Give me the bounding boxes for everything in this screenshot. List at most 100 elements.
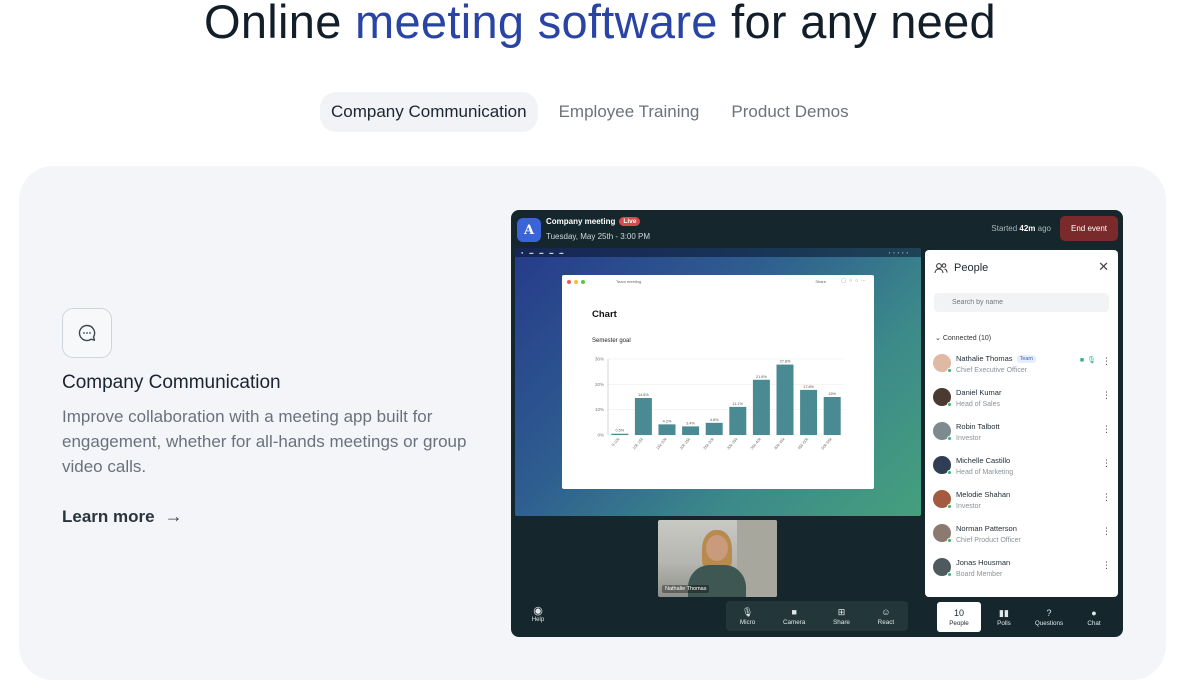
- bar: [776, 364, 794, 435]
- online-status-dot: [947, 402, 952, 407]
- feature-title: Company Communication: [62, 372, 281, 393]
- more-options-icon[interactable]: ⋮: [1102, 492, 1111, 503]
- person-name: Michelle Castillo: [956, 456, 1011, 465]
- bar: [823, 397, 841, 435]
- shared-toolbar-icons: ▢○○⋯: [841, 278, 869, 284]
- panel-tabs: 10 People ▮▮ Polls ? Questions ● Chat: [937, 602, 1116, 632]
- polls-icon: ▮▮: [999, 607, 1009, 618]
- person-row[interactable]: Daniel Kumar Head of Sales ⋮: [933, 385, 1113, 419]
- person-row[interactable]: Michelle Castillo Head of Marketing ⋮: [933, 453, 1113, 487]
- person-name: Robin Talbott: [956, 422, 1000, 431]
- y-tick-label: 20%: [595, 382, 604, 387]
- bar: [800, 389, 818, 435]
- more-options-icon[interactable]: ⋮: [1102, 458, 1111, 469]
- meeting-date: Tuesday, May 25th - 3:00 PM: [546, 232, 651, 241]
- use-case-tabs: Company Communication Employee Training …: [320, 92, 860, 132]
- tab-people[interactable]: 10 People: [937, 602, 981, 632]
- live-badge: Live: [619, 217, 641, 226]
- person-row[interactable]: Robin Talbott Investor ⋮: [933, 419, 1113, 453]
- person-role: Head of Marketing: [956, 469, 1014, 476]
- data-label: 4.8%: [710, 418, 719, 422]
- category-label: 25k-30k: [702, 436, 715, 450]
- category-label: 20k-25k: [678, 436, 691, 450]
- y-tick-label: 0%: [597, 433, 604, 438]
- camera-button[interactable]: ■ Camera: [783, 607, 805, 626]
- person-role: Chief Executive Officer: [956, 367, 1028, 374]
- participant-video-thumbnail[interactable]: Nathalie Thomas: [658, 520, 777, 597]
- tab-questions[interactable]: ? Questions: [1027, 602, 1071, 632]
- semester-goal-chart: 0% 10% 20% 30% 0.5% 0-10k 14.6% 10k-15k 4.2% 15k-…: [595, 357, 844, 451]
- online-status-dot: [947, 436, 952, 441]
- shared-window: Team meeting Share ▢○○⋯ Chart Semester g…: [562, 275, 874, 489]
- chat-icon: ●: [1091, 607, 1097, 618]
- meeting-title: Company meeting Live: [546, 217, 641, 226]
- online-status-dot: [947, 470, 952, 475]
- help-button[interactable]: ◉ Help: [527, 605, 549, 623]
- help-icon: ◉: [533, 605, 543, 617]
- tab-company-communication[interactable]: Company Communication: [320, 92, 538, 132]
- person-row[interactable]: Melodie Shahan Investor ⋮: [933, 487, 1113, 521]
- meeting-app-window: A Company meeting Live Tuesday, May 25th …: [511, 210, 1123, 637]
- close-icon[interactable]: ✕: [1098, 259, 1109, 275]
- category-label: 35k-40k: [749, 436, 762, 450]
- shared-window-title: Team meeting: [616, 279, 642, 284]
- micro-button[interactable]: 🎙 Micro: [740, 607, 755, 626]
- person-row[interactable]: Jonas Housman Board Member ⋮: [933, 555, 1113, 589]
- people-panel-title: People: [934, 262, 988, 274]
- feature-card: Company Communication Improve collaborat…: [19, 166, 1166, 680]
- data-label: 0.5%: [615, 429, 624, 433]
- react-button[interactable]: ☺ React: [878, 607, 894, 626]
- more-options-icon[interactable]: ⋮: [1102, 560, 1111, 571]
- share-screen-icon: ⊞: [837, 606, 846, 617]
- person-row[interactable]: Norman Patterson Chief Product Officer ⋮: [933, 521, 1113, 555]
- avatar: [933, 524, 952, 543]
- microphone-icon: 🎙: [741, 606, 754, 617]
- category-label: 10k-15k: [631, 436, 644, 450]
- person-role: Board Member: [956, 571, 1003, 578]
- learn-more-link[interactable]: Learn more →: [62, 506, 183, 527]
- people-panel: People ✕ ⌕ ⌄ Connected (10) Nathalie Tho…: [925, 250, 1118, 597]
- tab-product-demos[interactable]: Product Demos: [720, 92, 859, 132]
- avatar: [933, 354, 952, 373]
- person-name: Daniel Kumar: [956, 388, 1002, 397]
- chevron-down-icon: ⌄: [935, 335, 943, 342]
- people-icon: [934, 263, 948, 274]
- bar: [634, 398, 652, 435]
- more-options-icon[interactable]: ⋮: [1102, 526, 1111, 537]
- person-row[interactable]: Nathalie Thomas Team Chief Executive Offic…: [933, 351, 1113, 385]
- category-label: 0-10k: [610, 436, 620, 447]
- connected-count[interactable]: ⌄ Connected (10): [935, 334, 991, 342]
- bar: [658, 424, 676, 435]
- person-name: Jonas Housman: [956, 558, 1011, 567]
- category-label: 50k-55k: [820, 436, 833, 450]
- person-name: Melodie Shahan: [956, 490, 1011, 499]
- people-list: Nathalie Thomas Team Chief Executive Offic…: [933, 351, 1113, 589]
- question-icon: ?: [1046, 607, 1052, 618]
- share-button[interactable]: ⊞ Share: [833, 607, 850, 626]
- data-label: 21.8%: [756, 375, 767, 379]
- person-name: Nathalie Thomas Team: [956, 354, 1037, 363]
- smiley-icon: ☺: [881, 606, 891, 617]
- data-label: 3.4%: [686, 421, 695, 425]
- data-label: 4.2%: [663, 419, 672, 423]
- category-label: 30k-35k: [726, 436, 739, 450]
- started-time: Started 42m ago: [991, 224, 1051, 233]
- person-name: Norman Patterson: [956, 524, 1017, 533]
- end-event-button[interactable]: End event: [1060, 216, 1118, 241]
- feature-description: Improve collaboration with a meeting app…: [62, 407, 467, 476]
- headline: Online meeting software for any need: [0, 0, 1200, 49]
- tab-polls[interactable]: ▮▮ Polls: [982, 602, 1026, 632]
- tab-employee-training[interactable]: Employee Training: [548, 92, 711, 132]
- camera-mic-active-icons: ■🎙: [1079, 357, 1099, 364]
- tab-chat[interactable]: ● Chat: [1072, 602, 1116, 632]
- chart-subtitle: Semester goal: [592, 338, 631, 344]
- bar: [682, 426, 700, 435]
- more-options-icon[interactable]: ⋮: [1102, 356, 1111, 367]
- category-label: 40k-45k: [773, 436, 786, 450]
- category-label: 15k-20k: [655, 436, 668, 450]
- more-options-icon[interactable]: ⋮: [1102, 390, 1111, 401]
- data-label: 15%: [828, 392, 836, 396]
- people-search-input[interactable]: [934, 293, 1109, 312]
- chat-bubble-icon: [62, 308, 112, 358]
- more-options-icon[interactable]: ⋮: [1102, 424, 1111, 435]
